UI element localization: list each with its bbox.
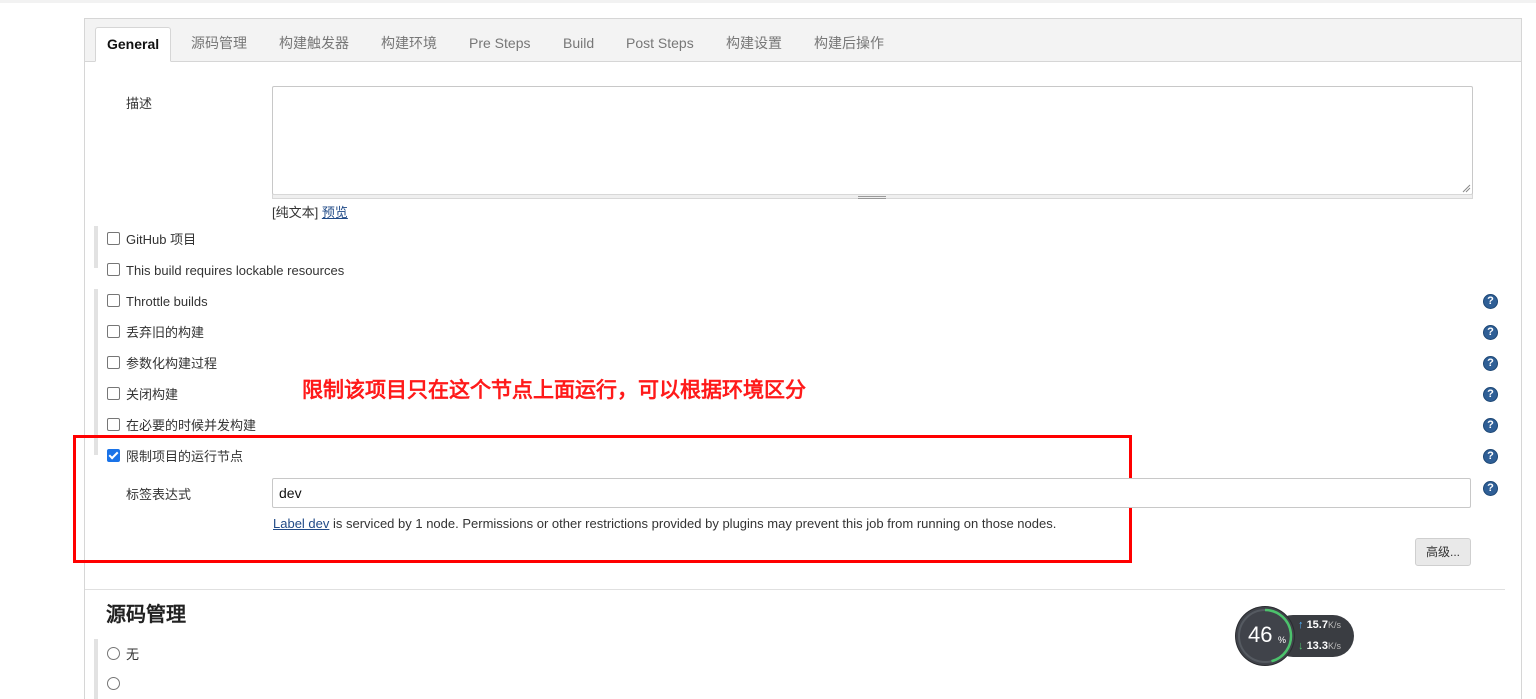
- annotation-text: 限制该项目只在这个节点上面运行，可以根据环境区分: [302, 379, 806, 402]
- tab-pre-steps[interactable]: Pre Steps: [458, 27, 541, 60]
- option-label: 丢弃旧的构建: [126, 325, 205, 340]
- cpu-percent-unit: %: [1278, 635, 1287, 645]
- help-icon[interactable]: ?: [1483, 387, 1498, 402]
- label-info-text: is serviced by 1 node. Permissions or ot…: [329, 516, 1057, 531]
- option-discard-old-builds[interactable]: 丢弃旧的构建: [107, 323, 204, 343]
- checkbox-checked[interactable]: [107, 449, 120, 463]
- scm-option-none[interactable]: 无: [107, 645, 139, 665]
- tab-post-build-actions[interactable]: 构建后操作: [803, 27, 895, 60]
- help-icon[interactable]: ?: [1483, 449, 1498, 464]
- format-prefix: [纯文本]: [272, 205, 319, 220]
- option-parameterized-build[interactable]: 参数化构建过程: [107, 354, 217, 374]
- checkbox[interactable]: [107, 418, 120, 432]
- top-divider: [0, 0, 1536, 3]
- option-label: 关闭构建: [126, 387, 179, 402]
- option-label: Throttle builds: [126, 294, 208, 309]
- upload-arrow-icon: ↑: [1298, 619, 1304, 631]
- preview-link[interactable]: 预览: [322, 205, 348, 220]
- section-indent-bar: [94, 226, 98, 268]
- description-label: 描述: [126, 96, 153, 111]
- checkbox[interactable]: [107, 387, 120, 401]
- label-expression-label: 标签表达式: [126, 487, 192, 502]
- label-expression-info: Label dev is serviced by 1 node. Permiss…: [273, 516, 1056, 531]
- tab-general[interactable]: General: [95, 27, 172, 62]
- option-github-project[interactable]: GitHub 项目: [107, 230, 196, 250]
- label-expression-input[interactable]: dev: [272, 478, 1471, 508]
- download-unit: K/s: [1327, 641, 1341, 651]
- download-arrow-icon: ↓: [1298, 640, 1304, 652]
- tab-build-environment[interactable]: 构建环境: [370, 27, 448, 60]
- scm-section-title: 源码管理: [106, 604, 186, 626]
- label-dev-link[interactable]: Label dev: [273, 516, 329, 531]
- help-icon[interactable]: ?: [1483, 481, 1498, 496]
- option-throttle-builds[interactable]: Throttle builds: [107, 292, 208, 312]
- checkbox[interactable]: [107, 263, 120, 277]
- checkbox[interactable]: [107, 232, 120, 246]
- upload-speed: ↑ 15.7K/s: [1298, 619, 1341, 631]
- config-tab-bar: General 源码管理 构建触发器 构建环境 Pre Steps Build …: [85, 19, 1521, 62]
- job-config-panel: General 源码管理 构建触发器 构建环境 Pre Steps Build …: [73, 18, 1522, 699]
- section-indent-bar: [94, 289, 98, 455]
- network-speed-widget[interactable]: 46 % ↑ 15.7K/s ↓ 13.3K/s: [1236, 607, 1356, 667]
- section-indent-bar: [94, 639, 98, 699]
- download-speed: ↓ 13.3K/s: [1298, 640, 1341, 652]
- section-divider: [85, 589, 1505, 590]
- help-icon[interactable]: ?: [1483, 325, 1498, 340]
- scm-option-none-label: 无: [126, 647, 140, 662]
- option-label: GitHub 项目: [126, 232, 197, 247]
- markup-format-hint: [纯文本] 预览: [272, 202, 348, 221]
- help-icon[interactable]: ?: [1483, 418, 1498, 433]
- tab-build-triggers[interactable]: 构建触发器: [268, 27, 360, 60]
- cpu-percent: 46: [1248, 622, 1273, 647]
- tab-build[interactable]: Build: [552, 27, 605, 60]
- upload-value: 15.7: [1306, 619, 1328, 631]
- advanced-button[interactable]: 高级...: [1415, 538, 1471, 566]
- help-icon[interactable]: ?: [1483, 356, 1498, 371]
- upload-unit: K/s: [1327, 620, 1341, 630]
- option-concurrent-builds[interactable]: 在必要的时候并发构建: [107, 416, 256, 436]
- resize-handle-icon[interactable]: [1461, 183, 1471, 193]
- option-label: 在必要的时候并发构建: [126, 418, 257, 433]
- checkbox[interactable]: [107, 356, 120, 370]
- checkbox[interactable]: [107, 325, 120, 339]
- tab-build-settings[interactable]: 构建设置: [715, 27, 793, 60]
- tab-post-steps[interactable]: Post Steps: [615, 27, 705, 60]
- checkbox[interactable]: [107, 294, 120, 308]
- option-label: 限制项目的运行节点: [126, 449, 244, 464]
- radio-button[interactable]: [107, 647, 120, 661]
- download-value: 13.3: [1306, 640, 1328, 652]
- grip-icon[interactable]: [858, 196, 886, 199]
- option-restrict-node[interactable]: 限制项目的运行节点: [107, 447, 243, 467]
- option-lockable-resources[interactable]: This build requires lockable resources: [107, 261, 344, 281]
- option-label: This build requires lockable resources: [126, 263, 345, 278]
- cpu-gauge: 46 %: [1236, 607, 1294, 665]
- scm-option-next[interactable]: [107, 675, 126, 695]
- help-icon[interactable]: ?: [1483, 294, 1498, 309]
- tab-scm[interactable]: 源码管理: [180, 27, 258, 60]
- description-textarea[interactable]: [272, 86, 1473, 195]
- option-label: 参数化构建过程: [126, 356, 218, 371]
- radio-button[interactable]: [107, 677, 120, 691]
- option-disable-build[interactable]: 关闭构建: [107, 385, 178, 405]
